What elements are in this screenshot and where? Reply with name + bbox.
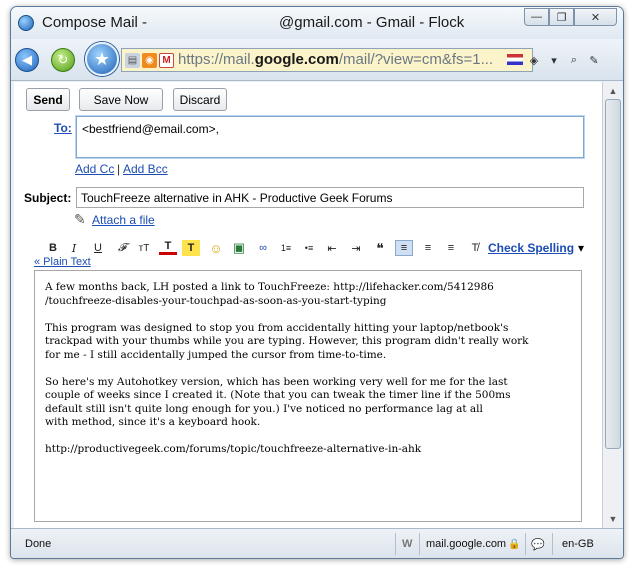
align-center-icon[interactable]: ≡ <box>419 240 437 256</box>
lock-icon[interactable]: 🔒 <box>508 534 520 554</box>
status-divider <box>419 533 420 555</box>
scrollbar-thumb[interactable] <box>605 99 621 449</box>
remove-formatting-icon[interactable]: T̸ <box>466 240 484 256</box>
compose-page: Send Save Now Discard To: <bestfriend@em… <box>14 82 602 528</box>
add-cc-link[interactable]: Add Cc <box>75 162 114 176</box>
align-right-icon[interactable]: ≡ <box>442 240 460 256</box>
outdent-icon[interactable]: ⇤ <box>323 240 341 256</box>
to-label-link[interactable]: To: <box>54 121 72 135</box>
attach-file-link[interactable]: Attach a file <box>92 213 155 227</box>
locale-indicator[interactable]: en-GB <box>562 534 594 554</box>
title-bar: Compose Mail - @gmail.com - Gmail - Floc… <box>11 7 623 39</box>
scroll-down-icon[interactable]: ▼ <box>606 512 620 526</box>
navigation-toolbar: ◀ ↻ ★ ▤ ◉ M https://mail.google.com/mail… <box>11 39 623 81</box>
align-left-icon[interactable]: ≡ <box>395 240 413 256</box>
indent-icon[interactable]: ⇥ <box>347 240 365 256</box>
emoticon-icon[interactable]: ☺ <box>207 240 225 256</box>
check-spelling-link[interactable]: Check Spelling <box>488 241 574 255</box>
navbar-tools: ◈ ▾ ⌕ ✎ <box>507 51 603 69</box>
add-bcc-link[interactable]: Add Bcc <box>123 162 168 176</box>
bold-icon[interactable]: B <box>44 240 62 256</box>
search-icon[interactable]: ⌕ <box>565 51 583 69</box>
chevron-down-icon[interactable]: ▾ <box>578 241 584 255</box>
plain-text-link[interactable]: « Plain Text <box>34 256 91 268</box>
status-divider <box>395 533 396 555</box>
maximize-button[interactable]: ❐ <box>549 8 574 26</box>
gmail-icon: M <box>159 53 174 68</box>
back-icon[interactable]: ◀ <box>15 48 39 72</box>
body-paragraph: So here's my Autohotkey version, which h… <box>45 375 511 429</box>
insert-image-icon[interactable]: ▣ <box>230 240 248 256</box>
close-button[interactable]: ✕ <box>574 8 617 26</box>
star-favorite-icon[interactable]: ★ <box>85 42 119 76</box>
cc-bcc-separator: | <box>117 162 121 176</box>
numbered-list-icon[interactable]: 1≡ <box>277 240 295 256</box>
flock-app-icon <box>18 15 34 31</box>
page-icon: ▤ <box>125 53 140 68</box>
underline-icon[interactable]: U <box>89 240 107 256</box>
status-domain: mail.google.com <box>426 538 507 550</box>
font-icon[interactable]: 𝓕 <box>113 240 131 256</box>
status-bar: Done W mail.google.com 🔒 💬 en-GB <box>11 528 623 558</box>
insert-link-icon[interactable]: ∞ <box>254 240 272 256</box>
reload-icon[interactable]: ↻ <box>51 48 75 72</box>
chat-icon[interactable]: 💬 <box>531 534 545 554</box>
to-field[interactable]: <bestfriend@email.com>, <box>76 116 584 158</box>
status-divider <box>552 533 553 555</box>
discard-button[interactable]: Discard <box>173 88 227 111</box>
font-size-icon[interactable]: тT <box>135 240 153 256</box>
rss-icon[interactable]: ◉ <box>142 53 157 68</box>
status-text: Done <box>25 538 52 550</box>
subject-field[interactable]: TouchFreeze alternative in AHK - Product… <box>76 187 584 208</box>
share-icon[interactable]: ◈ <box>525 51 543 69</box>
body-paragraph: This program was designed to stop you fr… <box>45 321 529 361</box>
subject-label: Subject: <box>24 191 72 205</box>
status-divider <box>525 533 526 555</box>
body-paragraph: A few months back, LH posted a link to T… <box>45 281 494 307</box>
quote-icon[interactable]: ❝ <box>371 240 389 256</box>
window-title-account: @gmail.com - Gmail - Flock <box>279 14 465 31</box>
word-icon: W <box>402 538 413 550</box>
blog-editor-icon[interactable]: ✎ <box>585 51 603 69</box>
vertical-scrollbar[interactable]: ▲ ▼ <box>602 82 622 528</box>
minimize-button[interactable]: — <box>524 8 549 26</box>
url-text[interactable]: https://mail.google.com/mail/?view=cm&fs… <box>178 51 493 68</box>
flag-icon[interactable] <box>507 54 523 65</box>
send-button[interactable]: Send <box>26 88 70 111</box>
body-paragraph: http://productivegeek.com/forums/topic/t… <box>45 443 422 455</box>
scroll-up-icon[interactable]: ▲ <box>606 84 620 98</box>
highlight-icon[interactable]: T <box>182 240 200 256</box>
message-body-editor[interactable]: A few months back, LH posted a link to T… <box>34 270 582 522</box>
dropdown-icon[interactable]: ▾ <box>545 51 563 69</box>
browser-window: Compose Mail - @gmail.com - Gmail - Floc… <box>10 6 624 559</box>
italic-icon[interactable]: I <box>65 240 83 256</box>
paperclip-icon: ✎ <box>74 211 86 227</box>
window-title: Compose Mail - <box>42 14 148 31</box>
save-now-button[interactable]: Save Now <box>79 88 163 111</box>
bulleted-list-icon[interactable]: •≡ <box>300 240 318 256</box>
text-color-icon[interactable]: T <box>159 240 177 255</box>
window-controls: — ❐ ✕ <box>524 8 617 26</box>
address-bar[interactable]: ▤ ◉ M https://mail.google.com/mail/?view… <box>121 48 533 72</box>
